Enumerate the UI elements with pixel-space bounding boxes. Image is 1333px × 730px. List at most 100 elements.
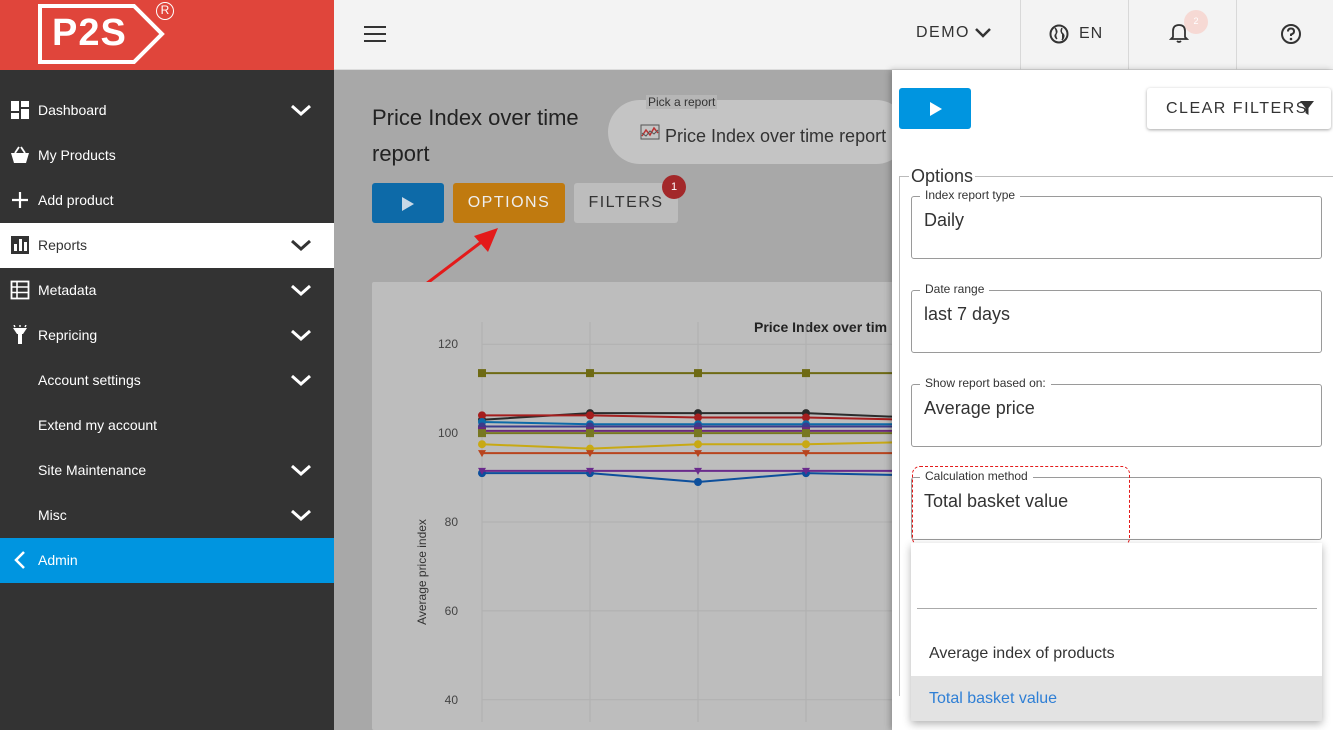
logo-text: P2S [52,12,127,54]
app-root: P2S R Dashboard My Products Add product Rep… [0,0,1333,730]
data-point [802,429,810,438]
chevron-down-icon[interactable] [974,24,992,42]
sidebar-item-label: Add product [38,192,114,208]
torch-icon [13,325,27,344]
annotation-arrow-icon [425,228,498,286]
sidebar-item-reports[interactable]: Reports [0,223,334,268]
chevron-down-icon[interactable] [290,325,312,345]
highlight-annotation [912,466,1130,546]
chart-card: Price Index over tim 40 60 80 100 120 Average … [372,282,894,730]
data-point [586,429,594,438]
sidebar-item-add-product[interactable]: Add product [0,178,334,223]
sidebar-item-label: Dashboard [38,102,107,118]
data-point [478,369,486,378]
pick-report-label: Pick a report [646,95,718,109]
account-selector[interactable]: DEMO [916,24,970,42]
dropdown-divider [917,608,1317,609]
sidebar-item-site-maintenance[interactable]: Site Maintenance [0,448,334,493]
play-icon [402,197,414,211]
y-tick-label: 100 [438,426,458,440]
option-label: Average index of products [929,645,1115,662]
series-line [482,472,894,484]
sidebar-item-label: Repricing [38,327,98,343]
help-icon[interactable] [1280,23,1302,45]
sidebar-item-metadata[interactable]: Metadata [0,268,334,313]
sidebar-item-admin[interactable]: Admin [0,538,334,583]
language-selector[interactable]: EN [1079,25,1103,43]
sidebar-item-misc[interactable]: Misc [0,493,334,538]
series-line [482,414,894,421]
data-point [478,440,486,449]
notification-badge: 2 [1184,10,1208,34]
sidebar-item-label: Reports [38,237,88,253]
y-axis-label: Average price index [415,519,429,625]
sidebar-item-my-products[interactable]: My Products [0,133,334,178]
calculation-method-dropdown: Average index of products Total basket v… [911,543,1322,721]
field-label: Date range [920,282,990,296]
y-tick-label: 80 [445,515,459,529]
chart-title: Price Index over tim [754,319,887,335]
panel-run-button[interactable] [899,88,971,129]
data-point [586,369,594,378]
pick-report-value: Price Index over time report [665,126,887,146]
option-label: Total basket value [929,690,1058,707]
data-point [802,440,810,449]
chevron-left-icon [14,551,25,569]
series-line [481,421,894,426]
sidebar-item-label: Admin [38,552,78,568]
clear-filters-label: CLEAR FILTERS [1166,100,1308,117]
clear-filters-button[interactable]: CLEAR FILTERS [1147,88,1331,129]
sidebar-item-label: Extend my account [38,417,158,433]
data-point [694,429,702,438]
options-button[interactable]: OPTIONS [453,183,565,223]
hamburger-menu-icon[interactable] [364,25,386,43]
chevron-down-icon[interactable] [290,100,312,120]
data-point [694,440,702,449]
data-point [478,429,486,438]
sidebar-item-account-settings[interactable]: Account settings [0,358,334,403]
divider [1128,0,1129,70]
basket-icon [11,146,29,163]
sidebar-item-dashboard[interactable]: Dashboard [0,88,334,133]
chevron-down-icon[interactable] [290,280,312,300]
plus-icon [12,192,28,208]
sidebar-item-label: Account settings [38,372,141,388]
line-chart-icon [640,124,660,140]
run-report-button[interactable] [372,183,444,223]
play-icon [930,102,942,116]
data-point [694,369,702,378]
logo-area[interactable]: P2S R [0,0,334,70]
index-report-type-field[interactable]: Index report type Daily [911,188,1322,259]
sidebar-item-label: Metadata [38,282,97,298]
dropdown-option-average-index[interactable]: Average index of products [911,631,1322,676]
options-fieldset-border [899,176,900,696]
sidebar: P2S R Dashboard My Products Add product Rep… [0,0,334,730]
date-range-field[interactable]: Date range last 7 days [911,282,1322,353]
chevron-down-icon[interactable] [290,460,312,480]
table-icon [10,280,30,300]
field-value: last 7 days [924,304,1011,324]
y-tick-label: 40 [445,693,459,707]
page-title: Price Index over time report [372,105,579,166]
chevron-down-icon[interactable] [290,505,312,525]
sidebar-item-repricing[interactable]: Repricing [0,313,334,358]
field-label: Index report type [920,188,1021,202]
sidebar-item-label: Misc [38,507,67,523]
divider [1236,0,1237,70]
options-legend: Options [909,166,976,187]
data-point [802,369,810,378]
chevron-down-icon[interactable] [290,235,312,255]
report-basis-field[interactable]: Show report based on: Average price [911,376,1322,447]
globe-icon[interactable] [1049,24,1069,44]
data-point [694,478,702,486]
sidebar-item-extend-my-account[interactable]: Extend my account [0,403,334,448]
chevron-down-icon[interactable] [290,370,312,390]
main-content: Price Index over time report Pick a repo… [334,70,908,730]
topbar: DEMO EN 2 [334,0,1333,70]
field-value: Daily [924,210,965,230]
bar-chart-icon [11,236,29,254]
divider [1020,0,1021,70]
dropdown-option-total-basket[interactable]: Total basket value [911,676,1322,721]
filters-count-badge: 1 [662,175,686,199]
sidebar-item-label: Site Maintenance [38,462,147,478]
